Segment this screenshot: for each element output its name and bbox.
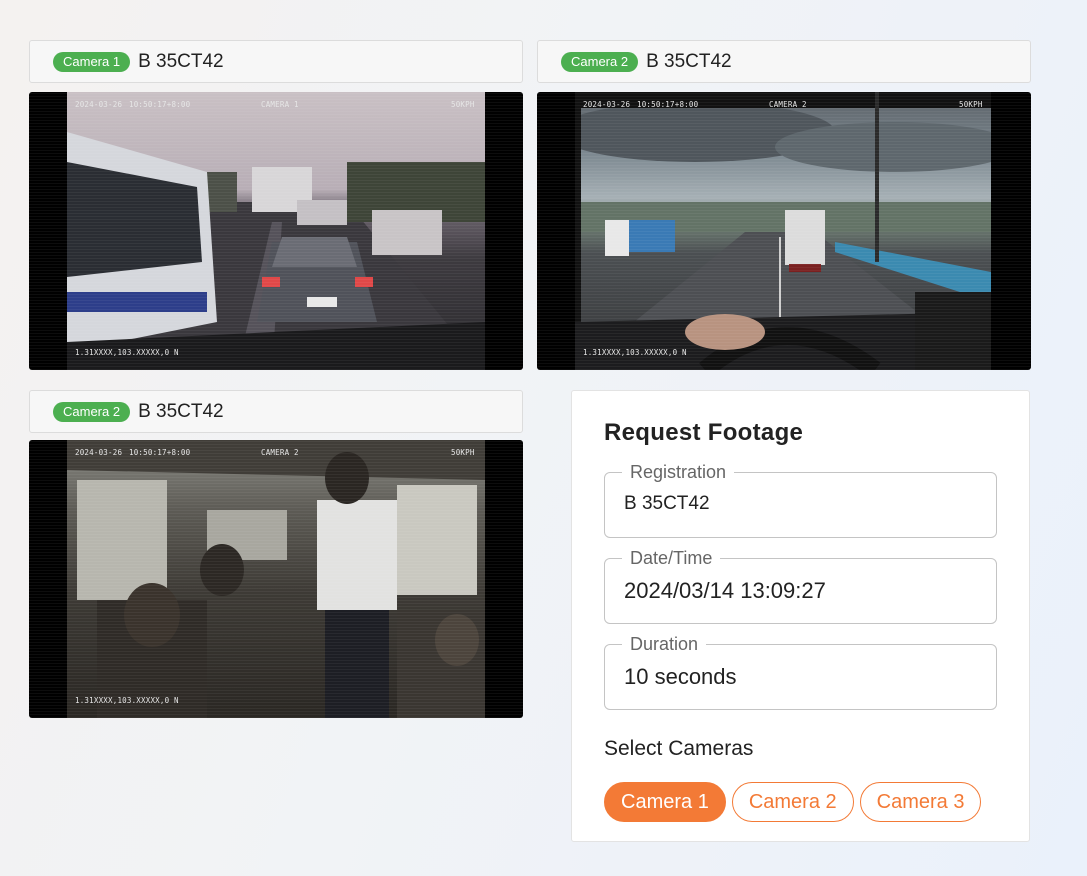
camera-feed[interactable]: 2024-03-26 10:50:17+8:00 CAMERA 2 50KPH … bbox=[537, 92, 1031, 370]
osd-camera: CAMERA 1 bbox=[261, 100, 299, 109]
duration-label: Duration bbox=[622, 633, 707, 655]
feed-image bbox=[575, 92, 991, 370]
feed-image bbox=[67, 440, 485, 718]
camera-header: Camera 2 B 35CT42 bbox=[29, 390, 523, 433]
camera-card-2: Camera 2 B 35CT42 2024-03-26 10:50:17+8:… bbox=[537, 40, 1031, 370]
osd-time: 10:50:17+8:00 bbox=[129, 100, 191, 109]
osd-date: 2024-03-26 bbox=[75, 448, 123, 457]
vehicle-plate: B 35CT42 bbox=[138, 50, 224, 72]
osd-speed: 50KPH bbox=[451, 448, 475, 457]
osd-coords: 1.31XXXX,103.XXXXX,0 N bbox=[583, 348, 687, 357]
camera-selector: Camera 1 Camera 2 Camera 3 bbox=[604, 782, 982, 822]
osd-speed: 50KPH bbox=[959, 100, 983, 109]
camera-badge: Camera 2 bbox=[53, 401, 131, 422]
osd-coords: 1.31XXXX,103.XXXXX,0 N bbox=[75, 348, 179, 357]
camera-card-3: Camera 2 B 35CT42 2024-03-26 10:50:17+8:… bbox=[29, 390, 523, 718]
camera-header: Camera 1 B 35CT42 bbox=[29, 40, 523, 83]
camera-option-1[interactable]: Camera 1 bbox=[604, 782, 726, 822]
osd-speed: 50KPH bbox=[451, 100, 475, 109]
osd-time: 10:50:17+8:00 bbox=[637, 100, 699, 109]
vehicle-plate: B 35CT42 bbox=[646, 50, 732, 72]
datetime-field[interactable]: Date/Time 2024/03/14 13:09:27 bbox=[604, 547, 997, 624]
osd-date: 2024-03-26 bbox=[583, 100, 631, 109]
osd-camera: CAMERA 2 bbox=[769, 100, 807, 109]
camera-header: Camera 2 B 35CT42 bbox=[537, 40, 1031, 83]
osd-coords: 1.31XXXX,103.XXXXX,0 N bbox=[75, 696, 179, 705]
duration-field[interactable]: Duration 10 seconds bbox=[604, 633, 997, 710]
vehicle-plate: B 35CT42 bbox=[138, 400, 224, 422]
camera-feed[interactable]: 2024-03-26 10:50:17+8:00 CAMERA 1 50KPH … bbox=[29, 92, 523, 370]
duration-value[interactable]: 10 seconds bbox=[624, 664, 737, 690]
datetime-value[interactable]: 2024/03/14 13:09:27 bbox=[624, 578, 826, 604]
form-title: Request Footage bbox=[604, 419, 804, 446]
camera-card-1: Camera 1 B 35CT42 2024-03-26 10:50:17+8:… bbox=[29, 40, 523, 370]
osd-time: 10:50:17+8:00 bbox=[129, 448, 191, 457]
registration-value[interactable]: B 35CT42 bbox=[624, 493, 710, 515]
osd-date: 2024-03-26 bbox=[75, 100, 123, 109]
osd-camera: CAMERA 2 bbox=[261, 448, 299, 457]
request-footage-card: Request Footage Registration B 35CT42 Da… bbox=[571, 390, 1030, 842]
datetime-label: Date/Time bbox=[622, 547, 721, 569]
feed-image bbox=[67, 92, 485, 370]
camera-feed[interactable]: 2024-03-26 10:50:17+8:00 CAMERA 2 50KPH … bbox=[29, 440, 523, 718]
registration-field[interactable]: Registration B 35CT42 bbox=[604, 461, 997, 538]
registration-label: Registration bbox=[622, 461, 735, 483]
camera-badge: Camera 2 bbox=[561, 51, 639, 72]
camera-option-2[interactable]: Camera 2 bbox=[731, 782, 854, 822]
select-cameras-label: Select Cameras bbox=[604, 737, 754, 760]
camera-badge: Camera 1 bbox=[53, 51, 131, 72]
camera-option-3[interactable]: Camera 3 bbox=[859, 782, 982, 822]
